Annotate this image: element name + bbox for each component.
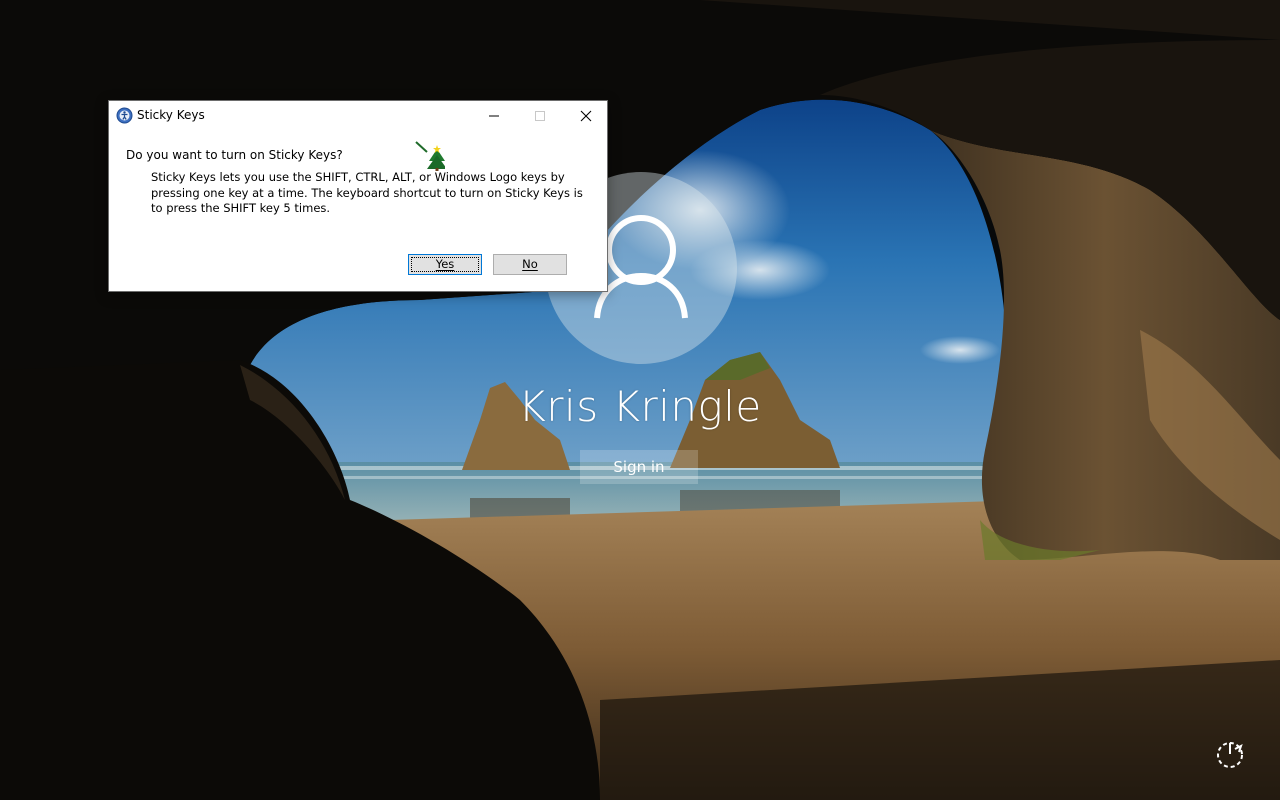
christmas-tree-cursor-icon [415, 141, 447, 171]
user-name: Kris Kringle [518, 382, 762, 431]
accessibility-icon [116, 107, 133, 124]
close-icon [580, 110, 591, 121]
dialog-question: Do you want to turn on Sticky Keys? [126, 148, 343, 162]
power-options-icon[interactable] [1213, 737, 1247, 771]
close-button[interactable] [563, 101, 608, 130]
minimize-button[interactable] [471, 101, 516, 130]
maximize-icon [534, 110, 545, 121]
lock-screen: Kris Kringle Sign in Sticky Keys Do you … [0, 0, 1280, 800]
dialog-title: Sticky Keys [137, 108, 205, 122]
maximize-button[interactable] [517, 101, 562, 130]
yes-button[interactable]: Yes [408, 254, 482, 275]
dialog-titlebar[interactable]: Sticky Keys [109, 101, 607, 131]
minimize-icon [488, 115, 499, 116]
sticky-keys-dialog: Sticky Keys Do you want to turn on Stick… [108, 100, 608, 292]
dialog-description: Sticky Keys lets you use the SHIFT, CTRL… [151, 170, 583, 215]
sign-in-button[interactable]: Sign in [580, 450, 698, 484]
no-button[interactable]: No [493, 254, 567, 275]
